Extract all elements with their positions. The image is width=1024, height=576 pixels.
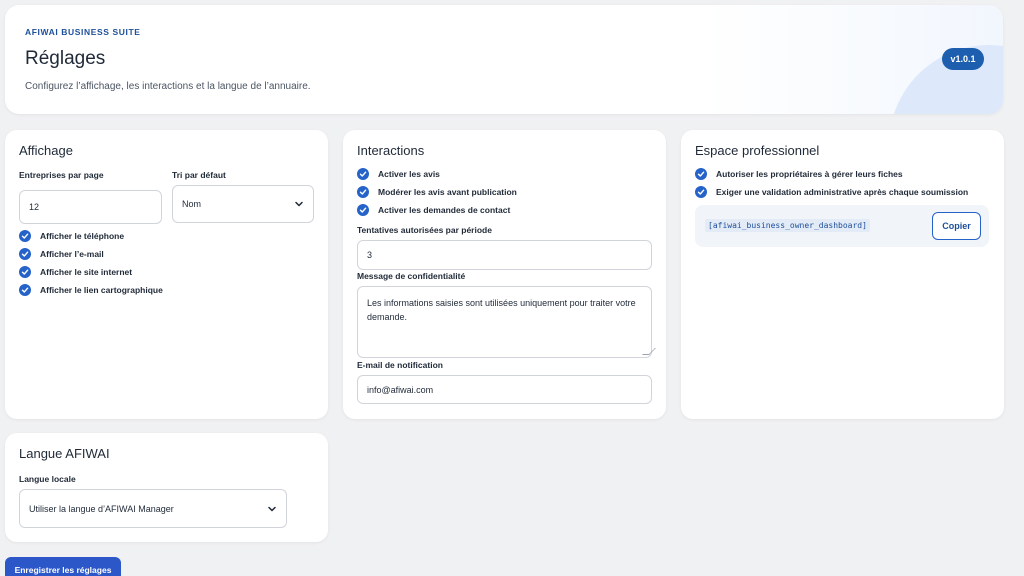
sort-label: Tri par défaut xyxy=(172,170,226,180)
chevron-down-icon xyxy=(295,201,303,207)
checkbox-checked-icon xyxy=(695,168,707,180)
pro-space-card-title: Espace professionnel xyxy=(695,143,820,158)
page-subtitle: Configurez l’affichage, les interactions… xyxy=(25,81,311,92)
interactions-card-title: Interactions xyxy=(357,143,425,158)
save-settings-button[interactable]: Enregistrer les réglages xyxy=(5,557,121,576)
sort-select[interactable]: Nom xyxy=(172,185,314,223)
check-show-email[interactable]: Afficher l’e-mail xyxy=(19,247,104,261)
per-page-input[interactable]: 12 xyxy=(19,190,162,224)
check-enable-contact[interactable]: Activer les demandes de contact xyxy=(357,203,510,217)
sort-select-value: Nom xyxy=(182,199,202,209)
brand-label: AFIWAI BUSINESS SUITE xyxy=(25,27,141,37)
check-moderate-reviews[interactable]: Modérer les avis avant publication xyxy=(357,185,517,199)
copy-button[interactable]: Copier xyxy=(932,212,981,240)
display-card: Affichage Entreprises par page 12 Tri pa… xyxy=(5,130,328,419)
check-label: Activer les avis xyxy=(378,169,440,179)
checkbox-checked-icon xyxy=(19,284,31,296)
notification-email-label: E-mail de notification xyxy=(357,360,443,370)
chevron-down-icon xyxy=(268,506,276,511)
resize-handle-icon[interactable] xyxy=(642,348,656,355)
version-badge: v1.0.1 xyxy=(942,48,984,70)
page-title: Réglages xyxy=(25,48,106,69)
attempts-label: Tentatives autorisées par période xyxy=(357,225,492,235)
checkbox-checked-icon xyxy=(695,186,707,198)
language-card: Langue AFIWAI Langue locale Utiliser la … xyxy=(5,433,328,542)
language-card-title: Langue AFIWAI xyxy=(19,446,110,461)
locale-select[interactable]: Utiliser la langue d’AFIWAI Manager xyxy=(19,489,287,528)
check-show-phone[interactable]: Afficher le téléphone xyxy=(19,229,124,243)
check-label: Modérer les avis avant publication xyxy=(378,187,517,197)
checkbox-checked-icon xyxy=(357,186,369,198)
check-label: Afficher l’e-mail xyxy=(40,249,104,259)
checkbox-checked-icon xyxy=(357,168,369,180)
page-header: AFIWAI BUSINESS SUITE Réglages Configure… xyxy=(5,5,1003,114)
attempts-input[interactable]: 3 xyxy=(357,240,652,270)
check-show-website[interactable]: Afficher le site internet xyxy=(19,265,132,279)
check-enable-reviews[interactable]: Activer les avis xyxy=(357,167,440,181)
check-label: Autoriser les propriétaires à gérer leur… xyxy=(716,169,903,179)
display-card-title: Affichage xyxy=(19,143,73,158)
shortcode-bar: [afiwai_business_owner_dashboard] Copier xyxy=(695,205,989,247)
pro-space-card: Espace professionnel Autoriser les propr… xyxy=(681,130,1004,419)
check-show-map-link[interactable]: Afficher le lien cartographique xyxy=(19,283,163,297)
check-owners-manage[interactable]: Autoriser les propriétaires à gérer leur… xyxy=(695,167,903,181)
notification-email-input[interactable]: info@afiwai.com xyxy=(357,375,652,404)
check-admin-validation[interactable]: Exiger une validation administrative apr… xyxy=(695,185,968,199)
privacy-text: Les informations saisies sont utilisées … xyxy=(367,298,636,322)
check-label: Afficher le site internet xyxy=(40,267,133,277)
check-label: Afficher le lien cartographique xyxy=(40,285,163,295)
checkbox-checked-icon xyxy=(19,248,31,260)
locale-label: Langue locale xyxy=(19,474,76,484)
checkbox-checked-icon xyxy=(19,230,31,242)
check-label: Exiger une validation administrative apr… xyxy=(716,187,969,197)
privacy-label: Message de confidentialité xyxy=(357,271,466,281)
locale-select-value: Utiliser la langue d’AFIWAI Manager xyxy=(29,503,174,514)
checkbox-checked-icon xyxy=(19,266,31,278)
check-label: Afficher le téléphone xyxy=(40,231,125,241)
shortcode-text: [afiwai_business_owner_dashboard] xyxy=(705,219,870,232)
checkbox-checked-icon xyxy=(357,204,369,216)
interactions-card: Interactions Activer les avis Modérer le… xyxy=(343,130,666,419)
privacy-textarea[interactable]: Les informations saisies sont utilisées … xyxy=(357,286,656,358)
per-page-label: Entreprises par page xyxy=(19,170,104,180)
check-label: Activer les demandes de contact xyxy=(378,205,511,215)
